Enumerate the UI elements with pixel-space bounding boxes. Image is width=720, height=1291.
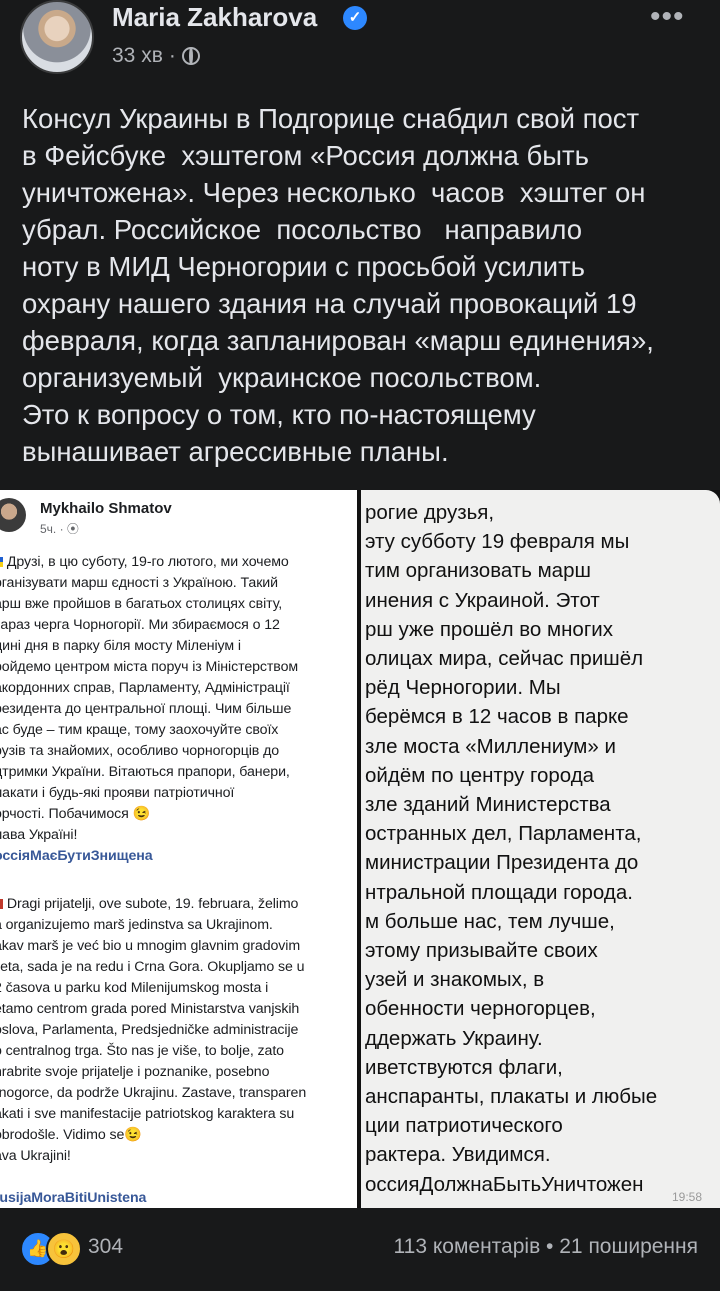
ukrainian-line: ас буде – тим краще, тому заохочуйте сво…: [0, 722, 279, 738]
ukrainian-line: резидента до центральної площі. Чим біль…: [0, 701, 292, 717]
author-avatar[interactable]: [20, 0, 94, 74]
screenshot-left[interactable]: Mykhailo Shmatov 5ч. · ⦿ Друзі, в цю суб…: [0, 490, 357, 1208]
ukrainian-line: лакати і будь-які прояви патріотичної: [0, 785, 235, 801]
montenegrin-line: ava Ukrajini!: [0, 1148, 71, 1164]
russian-translation-text: рогие друзья, эту субботу 19 февраля мы …: [365, 501, 658, 1196]
reaction-icons[interactable]: 👍 😮: [20, 1231, 86, 1267]
montenegrin-line: Dragi prijatelji, ove subote, 19. februa…: [0, 894, 357, 915]
shmatov-time-text: 5ч.: [40, 522, 57, 536]
screenshot-right[interactable]: рогие друзья, эту субботу 19 февраля мы …: [361, 490, 720, 1208]
montenegrin-line: oslova, Parlamenta, Predsjedničke admini…: [0, 1022, 299, 1038]
ukrainian-flag-icon: [0, 557, 3, 568]
ukrainian-line: акордонних справ, Парламенту, Адміністра…: [0, 680, 290, 696]
montenegrin-line: obrodošle. Vidimo se😉: [0, 1127, 142, 1143]
shmatov-name: Mykhailo Shmatov: [40, 500, 172, 517]
ukrainian-line: дині дня в парку біля мосту Міленіум і: [0, 638, 241, 654]
montenegrin-line: etamo centrom grada pored Ministarstva v…: [0, 1001, 300, 1017]
montenegrin-text-block: Dragi prijatelji, ove subote, 19. februa…: [0, 894, 357, 1167]
montenegrin-line: a organizujemo marš jedinstva sa Ukrajin…: [0, 917, 273, 933]
post-meta: 33 хв ·: [112, 44, 200, 68]
ukrainian-line: рузів та знайомих, особливо чорногорців …: [0, 743, 280, 759]
globe-icon: [181, 47, 200, 65]
ukrainian-line: ройдемо центром міста поруч із Міністерс…: [0, 659, 299, 675]
meta-separator: ·: [168, 44, 176, 67]
post-header: Maria Zakharova ✓ 33 хв · •••: [0, 0, 720, 86]
reaction-count[interactable]: 304: [88, 1235, 123, 1259]
ukrainian-line: орчості. Побачимося 😉: [0, 806, 151, 822]
shmatov-time: 5ч. · ⦿: [40, 522, 79, 536]
ukrainian-text-block: Друзі, в цю суботу, 19-го лютого, ми хоч…: [0, 552, 357, 846]
montenegrin-line: akav marš je već bio u mnogim glavnim gr…: [0, 938, 301, 954]
wow-reaction-icon: 😮: [46, 1231, 82, 1267]
ukrainian-line: зараз черга Чорногорії. Ми збираємося о …: [0, 617, 280, 633]
ukrainian-line: Друзі, в цю суботу, 19-го лютого, ми хоч…: [0, 552, 357, 573]
attached-screenshots[interactable]: Mykhailo Shmatov 5ч. · ⦿ Друзі, в цю суб…: [0, 490, 720, 1208]
montenegrin-flag-icon: [0, 899, 3, 910]
author-name[interactable]: Maria Zakharova: [112, 2, 317, 33]
more-options-button[interactable]: •••: [650, 0, 685, 34]
montenegrin-hashtag: rusijaMoraBitiUnistena: [0, 1190, 147, 1206]
message-time: 19:58: [671, 1190, 702, 1204]
ukrainian-line: рганізувати марш єдності з Україною. Так…: [0, 575, 278, 591]
montenegrin-line: o centralnog trga. Što nas je više, to b…: [0, 1043, 284, 1059]
montenegrin-line: 2 časova u parku kod Milenijumskog mosta…: [0, 980, 269, 996]
ukrainian-line: дтримки України. Вітаються прапори, бане…: [0, 764, 290, 780]
montenegrin-line: hrabrite svoje prijatelje i poznanike, p…: [0, 1064, 270, 1080]
comments-shares-count[interactable]: 113 коментарів • 21 поширення: [394, 1235, 698, 1259]
verified-badge-icon: ✓: [343, 6, 367, 30]
ukrainian-line: лава Україні!: [0, 827, 78, 843]
ukrainian-hashtag: оссіяМаєБутиЗнищена: [0, 848, 153, 864]
montenegrin-line: ijeta, sada je na redu i Crna Gora. Okup…: [0, 959, 305, 975]
post-time[interactable]: 33 хв: [112, 44, 163, 68]
ukrainian-line: арш вже пройшов в багатьох столицях світ…: [0, 596, 283, 612]
post-text: Консул Украины в Подгорице снабдил свой …: [22, 103, 654, 467]
montenegrin-line: akati i sve manifestacije patriotskog ka…: [0, 1106, 295, 1122]
shmatov-avatar: [0, 498, 26, 532]
post-footer: 👍 😮 304 113 коментарів • 21 поширення: [0, 1225, 720, 1275]
montenegrin-line: rnogorce, da podrže Ukrajinu. Zastave, t…: [0, 1085, 307, 1101]
